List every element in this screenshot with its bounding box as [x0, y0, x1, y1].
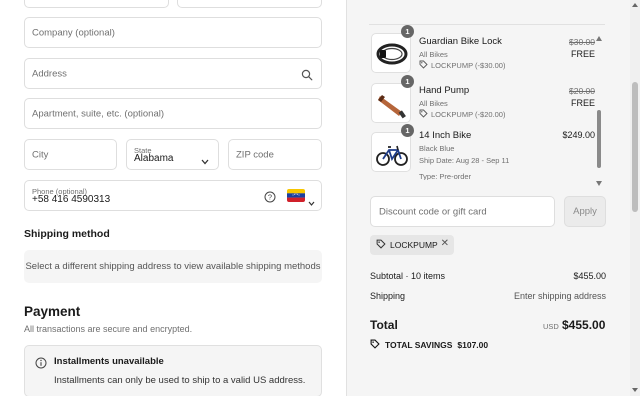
apartment-field[interactable]: Apartment, suite, etc. (optional)	[24, 98, 322, 129]
bike-lock-image	[371, 33, 411, 73]
savings-value: $107.00	[457, 340, 489, 350]
applied-discount-chip: LOCKPUMP ✕	[370, 235, 454, 255]
total-currency: USD	[543, 322, 559, 331]
installments-notice: Installments unavailable Installments ca…	[24, 345, 322, 396]
discount-code-input[interactable]: Discount code or gift card	[370, 196, 555, 227]
savings-label: TOTAL SAVINGS	[385, 340, 453, 350]
scroll-down-icon[interactable]	[596, 173, 602, 191]
apartment-placeholder: Apartment, suite, etc. (optional)	[32, 108, 165, 119]
checkout-page: Company (optional) Address Apartment, su…	[0, 0, 640, 396]
subtotal-label: Subtotal · 10 items	[370, 271, 446, 281]
cart-item: 1 Hand Pump All Bikes LOCKPUMP (-$20.00)…	[369, 75, 605, 129]
discount-placeholder: Discount code or gift card	[379, 206, 487, 217]
item-discount-text: LOCKPUMP (-$20.00)	[431, 110, 506, 119]
zip-field[interactable]: ZIP code	[228, 139, 322, 170]
address-field[interactable]: Address	[24, 58, 322, 89]
quantity-badge: 1	[401, 25, 414, 38]
checkout-form-column: Company (optional) Address Apartment, su…	[0, 0, 346, 396]
payment-subtitle: All transactions are secure and encrypte…	[24, 324, 193, 334]
cart-list-scroll-thumb[interactable]	[597, 110, 601, 168]
item-price: FREE	[570, 98, 595, 108]
search-icon[interactable]	[301, 68, 313, 81]
tag-icon	[376, 239, 386, 251]
tag-icon	[419, 109, 428, 120]
item-type: Type: Pre-order	[419, 172, 472, 180]
state-value: Alabama	[134, 153, 174, 164]
address-placeholder: Address	[32, 68, 67, 79]
total-label: Total	[370, 318, 398, 332]
payment-heading: Payment	[24, 304, 81, 319]
scroll-up-icon[interactable]	[596, 28, 602, 46]
cart-list-scrollbar[interactable]	[596, 28, 602, 186]
apply-discount-button[interactable]: Apply	[564, 196, 606, 227]
cart-item: 1 Guardian Bike Lock All Bikes LOCKPUMP …	[369, 25, 605, 79]
item-name: 14 Inch Bike	[419, 130, 472, 141]
last-name-field[interactable]	[177, 0, 322, 8]
installments-message: Installments can only be used to ship to…	[54, 375, 306, 386]
item-price: $249.00	[562, 130, 595, 140]
item-category: All Bikes	[419, 50, 448, 59]
first-name-field[interactable]	[24, 0, 169, 8]
subtotal-value: $455.00	[573, 271, 606, 281]
item-discount: LOCKPUMP (-$20.00)	[419, 109, 505, 120]
item-discount-text: LOCKPUMP (-$30.00)	[431, 61, 506, 70]
quantity-badge: 1	[401, 75, 414, 88]
tag-icon	[419, 60, 428, 71]
shipping-row: Shipping Enter shipping address	[370, 291, 606, 301]
item-variant: Black Blue	[419, 144, 455, 153]
item-name: Hand Pump	[419, 85, 470, 96]
applied-code: LOCKPUMP	[390, 240, 438, 250]
quantity-badge: 1	[401, 124, 414, 137]
city-placeholder: City	[32, 149, 49, 160]
company-placeholder: Company (optional)	[32, 27, 115, 38]
item-discount: LOCKPUMP (-$30.00)	[419, 60, 505, 71]
phone-field[interactable]: Phone (optional) +58 416 4590313 ?	[24, 180, 322, 211]
help-icon[interactable]: ?	[264, 190, 276, 208]
company-field[interactable]: Company (optional)	[24, 17, 322, 48]
svg-text:?: ?	[268, 193, 272, 202]
remove-discount-icon[interactable]: ✕	[441, 238, 449, 249]
zip-placeholder: ZIP code	[236, 149, 274, 160]
shipping-value: Enter shipping address	[513, 291, 606, 301]
installments-title: Installments unavailable	[54, 356, 164, 367]
page-scroll-up-icon[interactable]	[632, 3, 638, 7]
item-original-price: $20.00	[569, 86, 595, 96]
city-field[interactable]: City	[24, 139, 117, 170]
item-ship-date: Ship Date: Aug 28 - Sep 11	[419, 156, 510, 165]
chevron-down-icon	[201, 152, 209, 170]
venezuela-flag-icon[interactable]	[287, 189, 305, 202]
page-scroll-down-icon[interactable]	[632, 388, 638, 392]
state-select[interactable]: State Alabama	[126, 139, 219, 170]
phone-value: +58 416 4590313	[32, 194, 111, 205]
total-value: $455.00	[562, 318, 606, 332]
item-original-price: $30.00	[569, 37, 595, 47]
item-name: Guardian Bike Lock	[419, 36, 502, 47]
hand-pump-image	[371, 83, 411, 123]
total-savings: TOTAL SAVINGS $107.00	[370, 339, 488, 351]
cart-item: 1 14 Inch Bike Black Blue Ship Date: Aug…	[369, 124, 605, 180]
country-chevron-down-icon[interactable]	[308, 193, 315, 211]
page-scroll-thumb[interactable]	[632, 82, 638, 212]
page-scrollbar[interactable]	[630, 0, 640, 396]
shipping-label: Shipping	[370, 291, 406, 301]
subtotal-row: Subtotal · 10 items $455.00	[370, 271, 606, 281]
bicycle-image	[371, 132, 411, 172]
cart-items-list[interactable]: 1 Guardian Bike Lock All Bikes LOCKPUMP …	[369, 24, 605, 180]
shipping-method-text: Select a different shipping address to v…	[25, 261, 321, 272]
item-price: FREE	[570, 49, 595, 59]
item-category: All Bikes	[419, 99, 448, 108]
shipping-method-message: Select a different shipping address to v…	[24, 250, 322, 283]
info-icon	[35, 356, 47, 374]
shipping-method-heading: Shipping method	[24, 228, 110, 240]
tag-icon	[370, 339, 380, 351]
